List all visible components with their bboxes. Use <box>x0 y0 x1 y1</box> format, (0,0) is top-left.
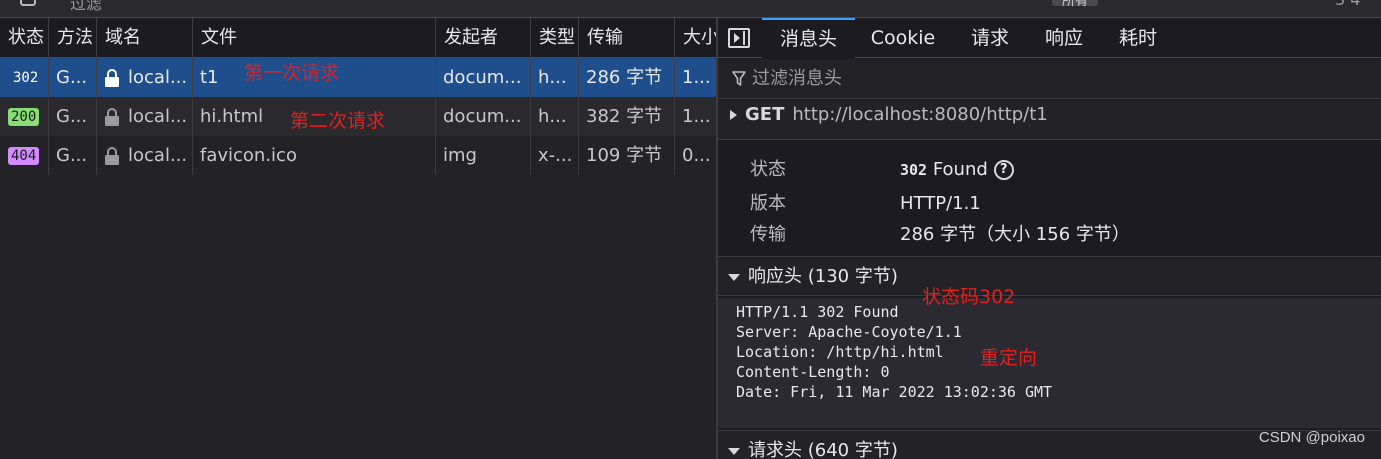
request-method: G... <box>56 67 88 88</box>
annotation-redirect: 重定向 <box>980 347 1038 369</box>
request-file: favicon.ico <box>200 145 297 166</box>
request-domain: local... <box>128 67 188 88</box>
details-tab-bar: 消息头 Cookie 请求 响应 耗时 <box>718 18 1381 58</box>
request-headers-title: 请求头 (640 字节) <box>748 440 898 459</box>
version-value: HTTP/1.1 <box>900 193 981 214</box>
toolbar-count: 3 4 <box>1335 0 1360 9</box>
status-code: 302 <box>900 161 928 179</box>
network-request-list: 状态 方法 域名 文件 发起者 类型 传输 大小 302 G... local.… <box>0 18 716 459</box>
raw-header-line: Server: Apache-Coyote/1.1 <box>736 323 962 341</box>
request-domain: local... <box>128 145 188 166</box>
request-method: G... <box>56 106 88 127</box>
toggle-sidebar-icon[interactable] <box>728 28 750 48</box>
transfer-label: 传输 <box>750 224 786 245</box>
filter-headers-input[interactable]: 过滤消息头 <box>752 59 842 99</box>
request-size: 1... <box>682 106 711 127</box>
request-type: h... <box>538 106 567 127</box>
column-divider <box>530 58 531 175</box>
trash-icon[interactable] <box>20 0 36 6</box>
request-initiator: docum... <box>443 106 522 127</box>
request-transferred: 286 字节 <box>586 67 663 88</box>
request-domain-cell: local... <box>96 58 192 97</box>
summary-row-version: 版本 HTTP/1.1 <box>718 189 1381 219</box>
raw-header-line: HTTP/1.1 302 Found <box>736 303 899 321</box>
column-type[interactable]: 类型 <box>530 18 578 58</box>
request-initiator: img <box>443 145 477 166</box>
request-domain: local... <box>128 106 188 127</box>
filter-headers-bar: 过滤消息头 <box>718 59 1381 99</box>
column-size[interactable]: 大小 <box>674 18 716 58</box>
raw-header-line: Content-Length: 0 <box>736 363 890 381</box>
request-transferred: 109 字节 <box>586 145 663 166</box>
lock-icon <box>105 69 119 87</box>
request-size: 0... <box>682 145 711 166</box>
column-divider <box>96 58 97 175</box>
version-label: 版本 <box>750 193 786 214</box>
column-method[interactable]: 方法 <box>48 18 96 58</box>
column-status[interactable]: 状态 <box>0 18 48 58</box>
top-toolbar: 过滤 所有 3 4 <box>0 0 1381 18</box>
collapse-arrow-icon[interactable] <box>728 273 740 281</box>
raw-response-headers: HTTP/1.1 302 Found Server: Apache-Coyote/… <box>718 298 1381 428</box>
filter-icon <box>732 71 746 86</box>
response-headers-section[interactable]: 响应头 (130 字节) <box>718 256 1381 296</box>
request-list-header: 状态 方法 域名 文件 发起者 类型 传输 大小 <box>0 18 716 58</box>
column-domain[interactable]: 域名 <box>96 18 192 58</box>
summary-row-transfer: 传输 286 字节（大小 156 字节） <box>718 220 1381 250</box>
help-icon[interactable]: ? <box>993 160 1014 180</box>
tab-request[interactable]: 请求 <box>958 18 1022 58</box>
tab-timings[interactable]: 耗时 <box>1106 18 1170 58</box>
column-divider <box>435 58 436 175</box>
column-divider <box>578 58 579 175</box>
status-label: 状态 <box>750 159 786 180</box>
status-text: Found <box>932 159 988 180</box>
request-summary-line[interactable]: GET http://localhost:8080/http/t1 <box>718 100 1381 140</box>
status-summary: 状态 302 Found? 版本 HTTP/1.1 传输 286 字节（大小 1… <box>718 141 1381 256</box>
transfer-value: 286 字节（大小 156 字节） <box>900 224 1130 245</box>
lock-icon <box>105 147 119 165</box>
status-badge: 200 <box>8 108 40 126</box>
request-domain-cell: local... <box>96 136 192 175</box>
response-headers-title: 响应头 (130 字节) <box>748 266 898 287</box>
tab-response[interactable]: 响应 <box>1032 18 1096 58</box>
filter-all-pill[interactable]: 所有 <box>1052 0 1099 9</box>
column-initiator[interactable]: 发起者 <box>435 18 530 58</box>
lock-icon <box>105 108 119 126</box>
expand-arrow-icon[interactable] <box>730 110 737 120</box>
request-type: x-... <box>538 145 573 166</box>
column-divider <box>48 58 49 175</box>
tab-headers[interactable]: 消息头 <box>762 18 855 58</box>
status-value: 302 Found? <box>900 155 1014 185</box>
annotation-first-request: 第一次请求 <box>244 62 340 84</box>
request-transferred: 382 字节 <box>586 106 663 127</box>
request-size: 1... <box>682 67 711 88</box>
request-row[interactable]: 404 G... local... favicon.ico img x-... … <box>0 136 716 175</box>
annotation-status-code: 状态码302 <box>922 286 1016 308</box>
watermark: CSDN @poixao <box>1258 429 1365 446</box>
tab-cookie[interactable]: Cookie <box>863 18 943 58</box>
raw-header-line: Date: Fri, 11 Mar 2022 13:02:36 GMT <box>736 383 1053 401</box>
annotation-second-request: 第二次请求 <box>290 110 386 132</box>
status-badge: 404 <box>8 147 40 165</box>
column-divider <box>192 58 193 175</box>
collapse-arrow-icon[interactable] <box>728 447 740 455</box>
status-badge: 302 <box>13 70 39 86</box>
request-method-label: GET <box>745 104 785 125</box>
request-row[interactable]: 302 G... local... t1 docum... h... 286 字… <box>0 58 716 97</box>
request-domain-cell: local... <box>96 97 192 136</box>
request-type: h... <box>538 67 567 88</box>
request-details-panel: 消息头 Cookie 请求 响应 耗时 过滤消息头 GET http://loca… <box>718 18 1381 459</box>
column-file[interactable]: 文件 <box>192 18 435 58</box>
request-method: G... <box>56 145 88 166</box>
filter-urls-input[interactable]: 过滤 <box>70 0 102 14</box>
summary-row-status: 状态 302 Found? <box>718 155 1381 185</box>
raw-header-line: Location: /http/hi.html <box>736 343 944 361</box>
column-divider <box>674 58 675 175</box>
request-initiator: docum... <box>443 67 522 88</box>
request-url: http://localhost:8080/http/t1 <box>792 104 1048 125</box>
column-transferred[interactable]: 传输 <box>578 18 674 58</box>
